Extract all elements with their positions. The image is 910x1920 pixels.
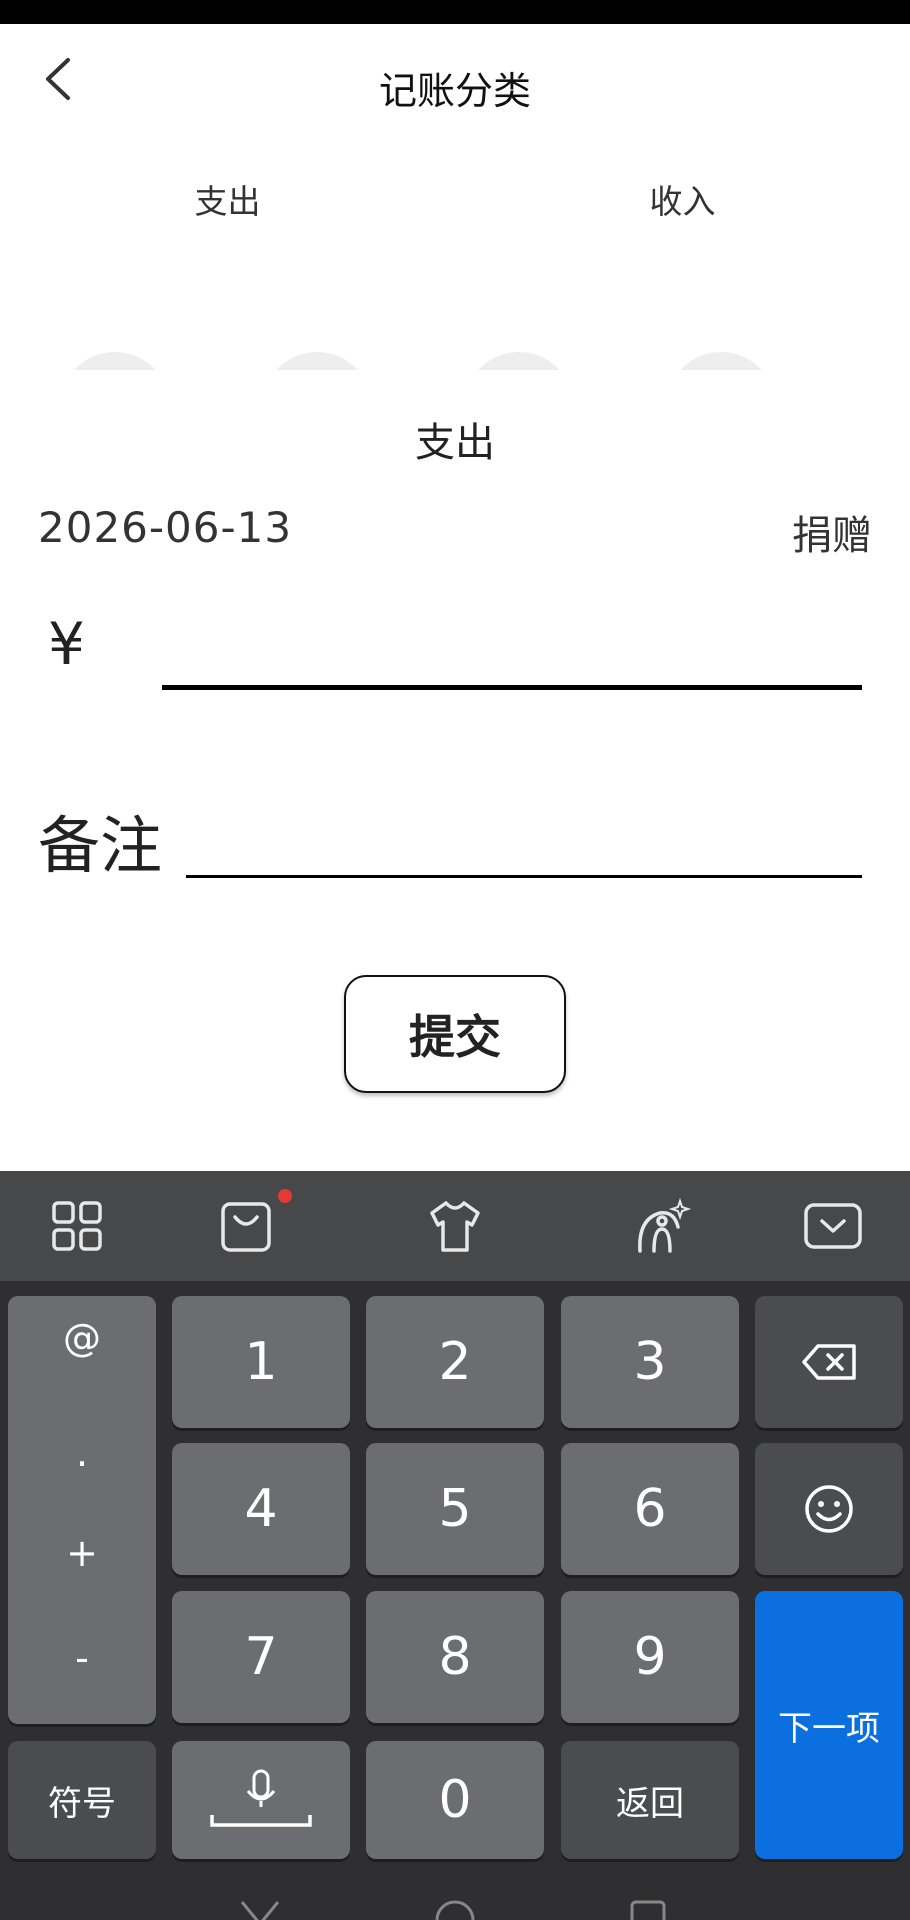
currency-symbol: ¥ bbox=[48, 610, 85, 678]
entry-date[interactable]: 2026-06-13 bbox=[38, 503, 292, 552]
remark-label: 备注 bbox=[38, 809, 163, 882]
key-5[interactable]: 5 bbox=[366, 1443, 544, 1575]
key-dot[interactable]: . bbox=[8, 1431, 156, 1475]
notification-dot bbox=[278, 1189, 292, 1203]
tab-income[interactable]: 收入 bbox=[455, 175, 910, 223]
app-bar: 记账分类 bbox=[0, 24, 910, 142]
space-voice-key[interactable] bbox=[172, 1741, 350, 1859]
entry-type-label: 支出 bbox=[415, 420, 495, 466]
key-6[interactable]: 6 bbox=[561, 1443, 739, 1575]
key-8[interactable]: 8 bbox=[366, 1591, 544, 1723]
key-at[interactable]: @ bbox=[8, 1316, 156, 1360]
type-tabs: 支出 收入 bbox=[0, 175, 910, 235]
key-2[interactable]: 2 bbox=[366, 1296, 544, 1428]
key-9[interactable]: 9 bbox=[561, 1591, 739, 1723]
shop-bag-icon[interactable] bbox=[215, 1195, 277, 1257]
backspace-icon bbox=[802, 1344, 856, 1380]
apps-grid-icon[interactable] bbox=[46, 1195, 108, 1257]
key-4[interactable]: 4 bbox=[172, 1443, 350, 1575]
backspace-key[interactable] bbox=[755, 1296, 903, 1428]
category-icon[interactable] bbox=[464, 352, 574, 370]
status-bar bbox=[0, 0, 910, 24]
tab-expense[interactable]: 支出 bbox=[0, 175, 455, 223]
key-1[interactable]: 1 bbox=[172, 1296, 350, 1428]
emoji-key[interactable] bbox=[755, 1443, 903, 1575]
microphone-icon bbox=[210, 1769, 312, 1827]
key-plus[interactable]: + bbox=[8, 1531, 156, 1575]
key-7[interactable]: 7 bbox=[172, 1591, 350, 1723]
tshirt-skin-icon[interactable] bbox=[424, 1195, 486, 1257]
symbols-key[interactable]: 符号 bbox=[8, 1741, 156, 1859]
amount-input[interactable] bbox=[162, 620, 862, 690]
back-key[interactable]: 返回 bbox=[561, 1741, 739, 1859]
category-icon[interactable] bbox=[666, 352, 776, 370]
key-3[interactable]: 3 bbox=[561, 1296, 739, 1428]
remark-input[interactable] bbox=[186, 800, 862, 878]
system-nav-bar bbox=[0, 1880, 910, 1920]
soft-keyboard: @ . + - 1 2 3 4 5 6 7 8 9 下一项 符号 0 返回 bbox=[0, 1171, 910, 1920]
category-icon[interactable] bbox=[262, 352, 372, 370]
keyboard-toolbar bbox=[0, 1171, 910, 1281]
next-field-key[interactable]: 下一项 bbox=[755, 1591, 903, 1859]
submit-button[interactable]: 提交 bbox=[344, 975, 566, 1093]
side-symbol-column: @ . + - bbox=[8, 1296, 156, 1724]
nav-home-icon[interactable] bbox=[433, 1898, 477, 1920]
key-0[interactable]: 0 bbox=[366, 1741, 544, 1859]
smiley-icon bbox=[805, 1485, 853, 1533]
nav-recents-icon[interactable] bbox=[626, 1898, 670, 1920]
keyboard-hide-icon[interactable] bbox=[802, 1195, 864, 1257]
ai-assistant-icon[interactable] bbox=[630, 1195, 692, 1257]
category-icon-row bbox=[0, 340, 910, 370]
entry-category: 捐赠 bbox=[792, 513, 872, 559]
category-icon[interactable] bbox=[60, 352, 170, 370]
key-minus[interactable]: - bbox=[8, 1636, 156, 1680]
page-title: 记账分类 bbox=[378, 69, 531, 113]
nav-back-icon[interactable] bbox=[238, 1898, 282, 1920]
